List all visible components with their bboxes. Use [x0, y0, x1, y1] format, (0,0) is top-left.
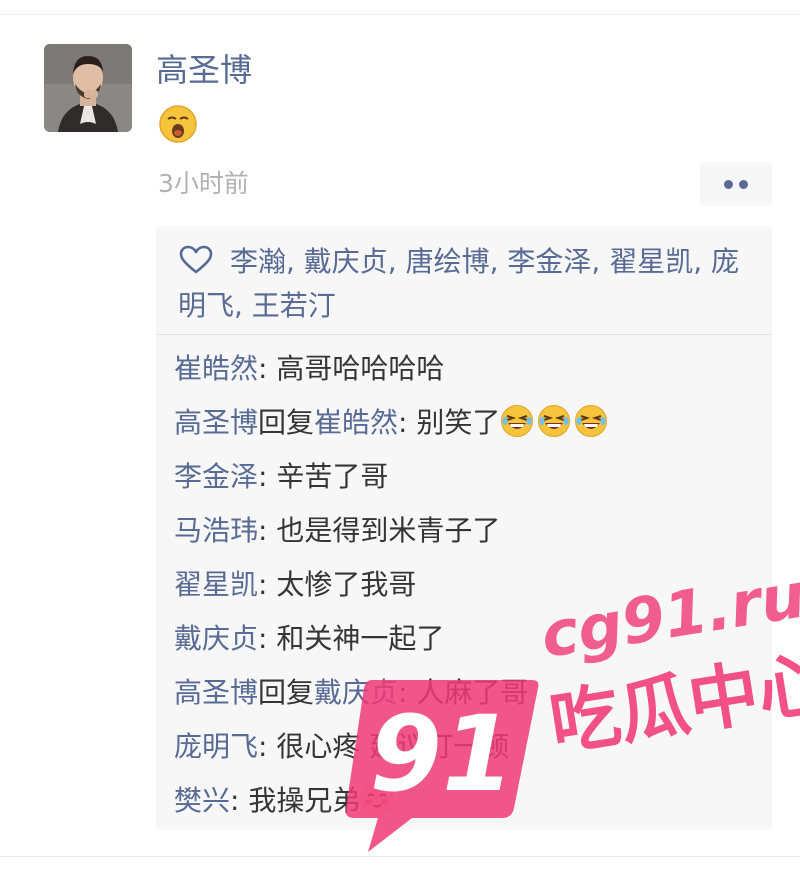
comment-item[interactable]: 崔皓然: 高哥哈哈哈哈	[174, 342, 764, 396]
comment-list: 崔皓然: 高哥哈哈哈哈 高圣博回复崔皓然: 别笑了 李金泽: 辛苦了哥 马浩玮:…	[174, 342, 764, 828]
comment-author[interactable]: 高圣博	[174, 406, 258, 439]
comment-text: : 别笑了	[398, 406, 501, 439]
bottom-divider	[0, 856, 800, 857]
avatar-photo	[44, 44, 132, 132]
laughing-tears-emoji	[537, 402, 571, 437]
reply-word: 回复	[258, 406, 315, 439]
comment-item[interactable]: 高圣博回复戴庆贞: 人麻了哥	[174, 666, 764, 720]
likes-comments-divider	[156, 334, 772, 335]
more-dot-icon	[739, 180, 748, 189]
comment-text: : 也是得到米青子了	[258, 514, 501, 547]
reply-target[interactable]: 崔皓然	[314, 406, 398, 439]
heart-outline-icon	[178, 244, 214, 274]
laughing-tears-emoji	[574, 402, 608, 437]
interaction-panel: 李瀚, 戴庆贞, 唐绘博, 李金泽, 翟星凯, 庞明飞, 王若汀 崔皓然: 高哥…	[156, 226, 772, 830]
comment-author[interactable]: 李金泽	[174, 460, 258, 493]
comment-author[interactable]: 高圣博	[174, 676, 258, 709]
comment-author[interactable]: 戴庆贞	[174, 622, 258, 655]
comment-text: : 辛苦了哥	[258, 460, 389, 493]
reply-target[interactable]: 戴庆贞	[314, 676, 398, 709]
laughing-tears-emoji	[500, 402, 534, 437]
likes-names[interactable]: 李瀚, 戴庆贞, 唐绘博, 李金泽, 翟星凯, 庞明飞, 王若汀	[178, 245, 739, 322]
comment-text: : 高哥哈哈哈哈	[258, 352, 445, 385]
comment-text: : 很心疼 建议打一顿	[258, 730, 510, 763]
sleepy-face-emoji	[158, 104, 198, 144]
post-timestamp: 3小时前	[158, 169, 249, 198]
reply-word: 回复	[258, 676, 315, 709]
comment-item[interactable]: 戴庆贞: 和关神一起了	[174, 612, 764, 666]
comment-item[interactable]: 高圣博回复崔皓然: 别笑了	[174, 396, 764, 450]
comment-text: : 和关神一起了	[258, 622, 445, 655]
comment-author[interactable]: 樊兴	[174, 784, 230, 817]
likes-row: 李瀚, 戴庆贞, 唐绘博, 李金泽, 翟星凯, 庞明飞, 王若汀	[178, 240, 753, 328]
comment-author[interactable]: 马浩玮	[174, 514, 258, 547]
blush-face-emoji	[360, 780, 394, 815]
comment-item[interactable]: 翟星凯: 太惨了我哥	[174, 558, 764, 612]
more-dot-icon	[724, 180, 733, 189]
comment-item[interactable]: 樊兴: 我操兄弟	[174, 774, 764, 828]
comment-item[interactable]: 庞明飞: 很心疼 建议打一顿	[174, 720, 764, 774]
comment-author[interactable]: 崔皓然	[174, 352, 258, 385]
avatar[interactable]	[44, 44, 132, 132]
comment-item[interactable]: 李金泽: 辛苦了哥	[174, 450, 764, 504]
more-actions-button[interactable]	[700, 162, 772, 206]
top-divider	[0, 14, 800, 15]
comment-author[interactable]: 翟星凯	[174, 568, 258, 601]
comment-text: : 人麻了哥	[398, 676, 529, 709]
comment-item[interactable]: 马浩玮: 也是得到米青子了	[174, 504, 764, 558]
comment-author[interactable]: 庞明飞	[174, 730, 258, 763]
comment-text: : 太惨了我哥	[258, 568, 417, 601]
post-author-name[interactable]: 高圣博	[156, 50, 252, 90]
comment-text: : 我操兄弟	[230, 784, 361, 817]
